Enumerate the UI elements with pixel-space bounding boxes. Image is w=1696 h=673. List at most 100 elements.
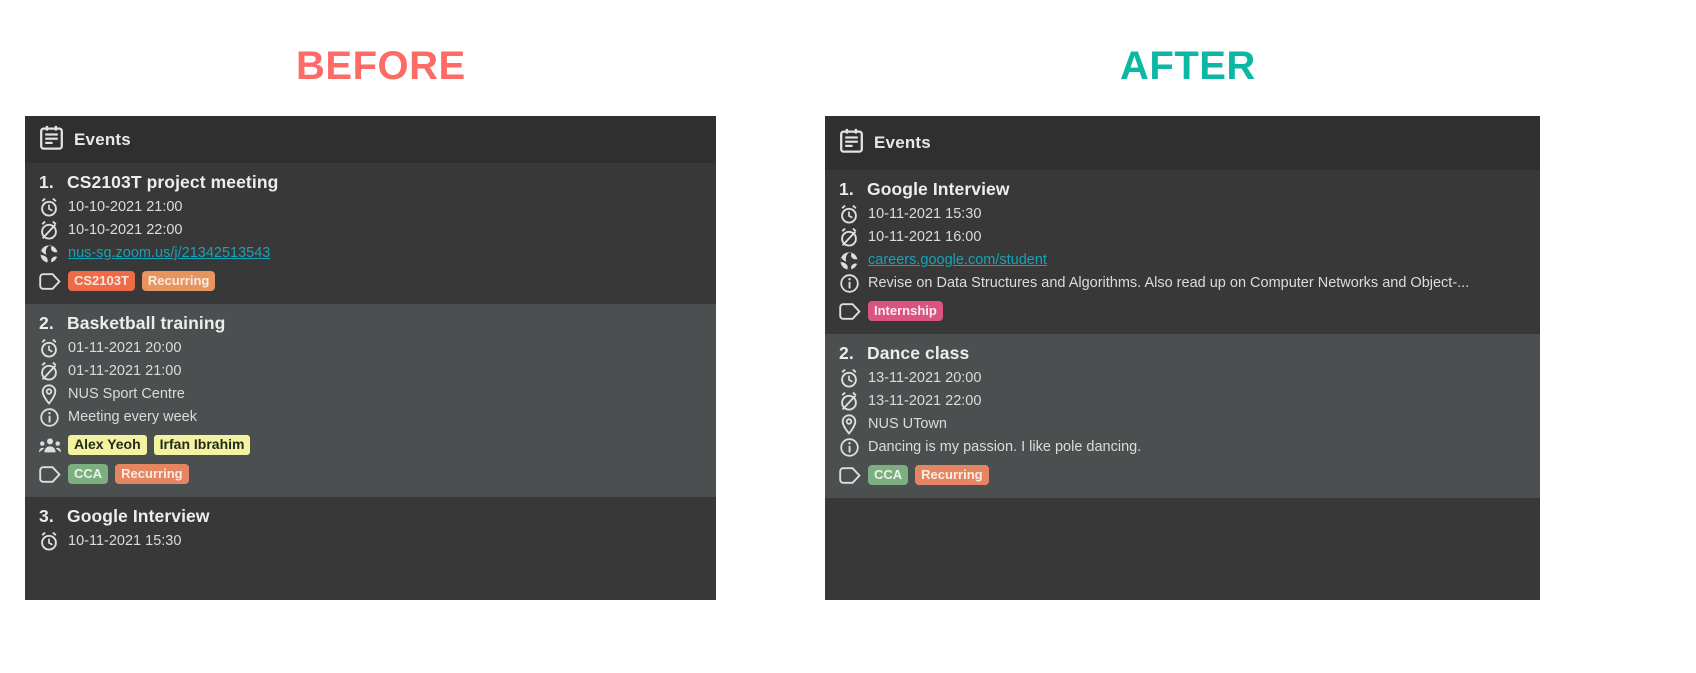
comparison-figure: BEFORE AFTER Events 1. CS2103T project me… [0,0,1696,673]
event-start-time: 13-11-2021 20:00 [868,370,982,386]
tag-chip: Recurring [915,465,989,485]
info-circle-icon [839,274,859,293]
calendar-icon [840,128,863,158]
event-description-row: Meeting every week [39,406,702,429]
event-link[interactable]: careers.google.com/student [868,249,1047,272]
alarm-clock-icon [39,197,59,218]
before-events-panel: Events 1. CS2103T project meeting 10-10-2… [25,116,716,600]
alarm-clock-off-icon [839,391,859,412]
event-title-row: 2. Dance class [839,343,1526,364]
event-end-time: 13-11-2021 22:00 [868,393,982,409]
globe-icon [839,251,859,271]
event-card[interactable]: 2. Dance class 13-11-2021 20:00 13-11-202… [825,334,1540,498]
event-description: Meeting every week [68,409,197,425]
event-index: 2. [839,343,854,363]
event-end-row: 13-11-2021 22:00 [839,390,1526,413]
event-end-time: 01-11-2021 21:00 [68,363,182,379]
event-card[interactable]: 3. Google Interview 10-11-2021 15:30 [25,497,716,563]
event-start-row: 13-11-2021 20:00 [839,367,1526,390]
before-event-list: 1. CS2103T project meeting 10-10-2021 21:… [25,163,716,563]
tag-icon [839,466,861,484]
event-location-row: NUS Sport Centre [39,383,702,406]
event-end-time: 10-10-2021 22:00 [68,222,183,238]
after-events-panel: Events 1. Google Interview 10-11-2021 15:… [825,116,1540,600]
panel-title: Events [74,129,131,149]
event-index: 1. [839,179,854,199]
map-pin-icon [839,414,859,435]
event-end-row: 10-10-2021 22:00 [39,219,702,242]
alarm-clock-icon [39,531,59,552]
event-title-row: 1. CS2103T project meeting [39,172,702,193]
event-name: CS2103T project meeting [67,172,279,192]
alarm-clock-icon [839,368,859,389]
event-name: Google Interview [67,506,210,526]
event-link-row: nus-sg.zoom.us/j/21342513543 [39,242,702,265]
event-description: Revise on Data Structures and Algorithms… [868,275,1470,291]
event-index: 3. [39,506,54,526]
info-circle-icon [39,408,59,427]
person-chip: Alex Yeoh [68,435,147,455]
tag-icon [839,302,861,320]
event-start-row: 01-11-2021 20:00 [39,337,702,360]
event-tags-row: CCA Recurring [839,462,1526,488]
event-location: NUS UTown [868,416,947,432]
globe-icon [39,244,59,264]
event-link[interactable]: nus-sg.zoom.us/j/21342513543 [68,242,270,265]
map-pin-icon [39,384,59,405]
alarm-clock-off-icon [839,227,859,248]
event-index: 2. [39,313,54,333]
event-index: 1. [39,172,54,192]
event-start-time: 10-11-2021 15:30 [68,533,182,549]
events-panel-header: Events [825,116,1540,170]
event-start-time: 10-11-2021 15:30 [868,206,982,222]
event-link-row: careers.google.com/student [839,249,1526,272]
person-chip: Irfan Ibrahim [153,435,251,455]
calendar-icon [40,125,63,155]
event-description-row: Revise on Data Structures and Algorithms… [839,272,1526,295]
event-title-row: 2. Basketball training [39,313,702,334]
event-start-time: 10-10-2021 21:00 [68,199,183,215]
event-card[interactable]: 2. Basketball training 01-11-2021 20:00 0… [25,304,716,497]
after-caption: AFTER [1120,44,1256,88]
tag-chip: CCA [868,465,909,485]
tag-chip: Internship [868,301,943,321]
alarm-clock-icon [839,204,859,225]
tag-chip: Recurring [115,464,189,484]
event-start-time: 01-11-2021 20:00 [68,340,182,356]
event-title-row: 1. Google Interview [839,179,1526,200]
panel-title: Events [874,133,931,152]
event-name: Basketball training [67,313,226,333]
events-panel-header: Events [25,116,716,163]
after-event-list: 1. Google Interview 10-11-2021 15:30 10-1… [825,170,1540,498]
event-end-time: 10-11-2021 16:00 [868,229,982,245]
info-circle-icon [839,438,859,457]
event-name: Dance class [867,343,970,363]
event-start-row: 10-11-2021 15:30 [39,530,702,553]
tag-icon [39,272,61,290]
event-start-row: 10-11-2021 15:30 [839,203,1526,226]
event-tags-row: Internship [839,298,1526,324]
event-card[interactable]: 1. CS2103T project meeting 10-10-2021 21:… [25,163,716,304]
event-description: Dancing is my passion. I like pole danci… [868,439,1142,455]
event-end-row: 01-11-2021 21:00 [39,360,702,383]
people-group-icon [39,437,61,454]
tag-chip: CCA [68,464,109,484]
alarm-clock-off-icon [39,220,59,241]
event-card[interactable]: 1. Google Interview 10-11-2021 15:30 10-1… [825,170,1540,334]
event-name: Google Interview [867,179,1010,199]
event-location-row: NUS UTown [839,413,1526,436]
tag-chip: Recurring [141,271,216,291]
tag-chip: CS2103T [68,271,135,291]
event-location: NUS Sport Centre [68,386,185,402]
tag-icon [39,465,61,483]
event-tags-row: CCA Recurring [39,461,702,487]
event-title-row: 3. Google Interview [39,506,702,527]
alarm-clock-icon [39,338,59,359]
alarm-clock-off-icon [39,361,59,382]
event-description-row: Dancing is my passion. I like pole danci… [839,436,1526,459]
before-caption: BEFORE [296,44,466,88]
event-start-row: 10-10-2021 21:00 [39,196,702,219]
event-tags-row: CS2103T Recurring [39,268,702,294]
event-persons-row: Alex Yeoh Irfan Ibrahim [39,432,702,458]
event-end-row: 10-11-2021 16:00 [839,226,1526,249]
